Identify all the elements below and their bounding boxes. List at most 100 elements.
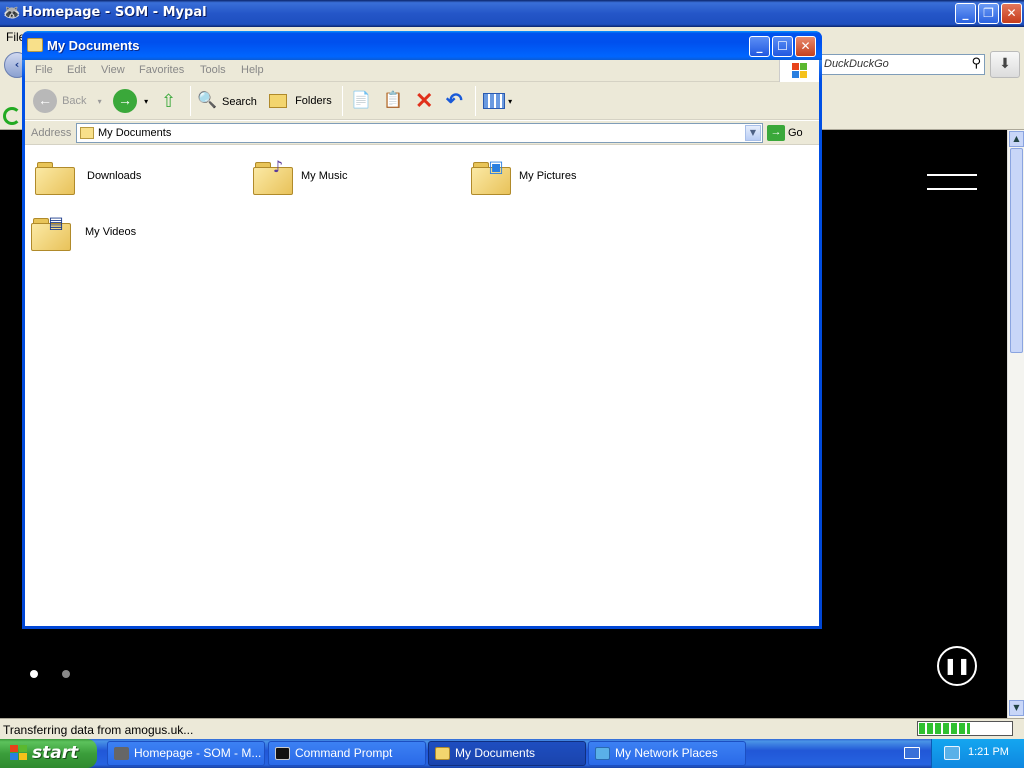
folder-icon (35, 162, 75, 195)
explorer-title-bar[interactable]: My Documents _ ☐ ✕ (22, 31, 822, 60)
browser-title-bar[interactable]: 🦝 Homepage - SOM - Mypal _ ❐ ✕ (0, 0, 1024, 27)
reload-icon[interactable] (3, 107, 21, 125)
taskbar-item-browser[interactable]: Homepage - SOM - M... (107, 741, 265, 766)
copy-to-icon: 📋 (383, 92, 403, 109)
toolbar-separator (475, 86, 476, 116)
task-label: Command Prompt (295, 746, 393, 760)
undo-button[interactable]: ↶ (446, 88, 463, 114)
browser-minimize-button[interactable]: _ (955, 3, 976, 24)
back-button[interactable]: ← Back ▾ (33, 88, 102, 114)
system-tray: 1:21 PM (931, 739, 1024, 768)
taskbar-item-my-documents[interactable]: My Documents (428, 741, 586, 766)
move-to-icon: 📄 (351, 92, 371, 109)
go-button[interactable]: → Go (767, 123, 803, 143)
menu-file[interactable]: File (35, 64, 53, 76)
delete-x-icon: ✕ (415, 88, 434, 113)
music-folder-icon: ♪ (253, 157, 293, 195)
file-item-downloads[interactable]: Downloads (35, 154, 215, 206)
browser-search-input[interactable]: DuckDuckGo ⚲ (820, 54, 985, 75)
scroll-up-arrow[interactable]: ▲ (1009, 131, 1024, 147)
taskbar-item-network-places[interactable]: My Network Places (588, 741, 746, 766)
address-label: Address (31, 127, 72, 139)
explorer-body: File Edit View Favorites Tools Help ← Ba… (25, 60, 819, 626)
pause-button[interactable]: ❚❚ (937, 646, 977, 686)
folders-button[interactable]: Folders (269, 88, 332, 114)
search-icon[interactable]: ⚲ (971, 56, 981, 71)
explorer-window: My Documents _ ☐ ✕ File Edit View Favori… (22, 31, 822, 629)
forward-dropdown-icon[interactable]: ▾ (144, 97, 148, 106)
browser-close-button[interactable]: ✕ (1001, 3, 1022, 24)
task-label: Homepage - SOM - M... (134, 746, 262, 760)
close-button[interactable]: ✕ (795, 36, 816, 57)
start-label: start (32, 743, 79, 763)
videos-folder-icon: ▤ (31, 213, 71, 251)
forward-button[interactable]: → ▾ (113, 88, 148, 114)
address-value: My Documents (98, 127, 172, 139)
delete-button[interactable]: ✕ (415, 88, 433, 114)
file-list: Downloads ♪ My Music ▣ My Pictures ▤ My … (25, 146, 819, 626)
clock[interactable]: 1:21 PM (968, 746, 1009, 758)
file-item-my-music[interactable]: ♪ My Music (253, 154, 433, 206)
explorer-toolbar: ← Back ▾ → ▾ ⇧ 🔍 Search Folders 📄 📋 ✕ ↶ … (25, 82, 819, 120)
search-placeholder: DuckDuckGo (824, 58, 889, 70)
folders-icon (269, 94, 287, 109)
file-label: Downloads (87, 170, 142, 182)
slide-dot[interactable] (62, 670, 70, 678)
progress-fill (919, 723, 970, 734)
address-dropdown-icon[interactable]: ▼ (745, 125, 761, 141)
folders-label: Folders (295, 95, 332, 107)
file-label: My Videos (85, 226, 137, 238)
scroll-down-arrow[interactable]: ▼ (1009, 700, 1024, 716)
scroll-thumb[interactable] (1010, 148, 1023, 353)
views-button[interactable]: ▾ (483, 88, 512, 114)
status-progress-bar (917, 721, 1013, 736)
task-label: My Network Places (615, 746, 718, 760)
start-button[interactable]: start (0, 739, 97, 768)
go-arrow-icon: → (767, 125, 785, 142)
explorer-title: My Documents (47, 38, 140, 53)
forward-arrow-icon: → (113, 89, 137, 114)
file-label: My Pictures (519, 170, 577, 182)
back-dropdown-icon[interactable]: ▾ (98, 97, 102, 106)
browser-maximize-button[interactable]: ❐ (978, 3, 999, 24)
views-icon (483, 93, 505, 110)
network-icon (595, 747, 610, 760)
keyboard-icon[interactable] (904, 747, 920, 759)
browser-title: Homepage - SOM - Mypal (22, 5, 207, 20)
menu-view[interactable]: View (101, 64, 125, 76)
cmd-icon (275, 747, 290, 760)
folder-icon (80, 127, 94, 139)
status-text: Transferring data from amogus.uk... (3, 723, 194, 737)
menu-help[interactable]: Help (241, 64, 264, 76)
menu-tools[interactable]: Tools (200, 64, 226, 76)
up-arrow-icon: ⇧ (161, 91, 177, 111)
search-button[interactable]: 🔍 Search (197, 88, 257, 114)
menu-edit[interactable]: Edit (67, 64, 86, 76)
toolbar-separator (342, 86, 343, 116)
taskbar-item-command-prompt[interactable]: Command Prompt (268, 741, 426, 766)
file-item-my-videos[interactable]: ▤ My Videos (31, 210, 211, 262)
up-folder-button[interactable]: ⇧ (161, 88, 176, 114)
copy-to-button[interactable]: 📋 (383, 88, 403, 114)
pictures-folder-icon: ▣ (471, 157, 511, 195)
mypal-icon: 🦝 (3, 5, 21, 21)
taskbar: start Homepage - SOM - M... Command Prom… (0, 739, 1024, 768)
network-tray-icon[interactable] (944, 746, 960, 760)
download-button[interactable]: ⬇ (990, 51, 1020, 78)
maximize-button[interactable]: ☐ (772, 36, 793, 57)
undo-icon: ↶ (446, 90, 463, 112)
windows-logo-icon (10, 745, 28, 762)
menu-icon[interactable] (927, 174, 977, 192)
move-to-button[interactable]: 📄 (351, 88, 371, 114)
toolbar-separator (190, 86, 191, 116)
menu-favorites[interactable]: Favorites (139, 64, 184, 76)
slide-dot-active[interactable] (30, 670, 38, 678)
page-scrollbar[interactable]: ▲ ▼ (1007, 130, 1024, 718)
views-dropdown-icon: ▾ (508, 97, 513, 106)
file-label: My Music (301, 170, 348, 182)
file-item-my-pictures[interactable]: ▣ My Pictures (471, 154, 651, 206)
minimize-button[interactable]: _ (749, 36, 770, 57)
back-label: Back (62, 95, 87, 107)
explorer-menu-bar: File Edit View Favorites Tools Help (25, 60, 819, 82)
address-field[interactable]: My Documents ▼ (76, 123, 763, 143)
